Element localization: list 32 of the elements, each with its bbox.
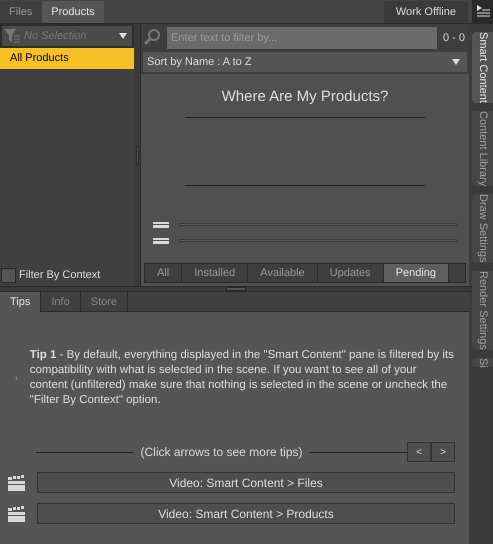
menu-icon[interactable]	[472, 0, 493, 24]
tab[interactable]: Tips	[0, 292, 42, 312]
sort-dropdown[interactable]: Sort by Name : A to Z	[143, 52, 467, 72]
video-button[interactable]: Video: Smart Content > Products	[37, 503, 455, 524]
tab[interactable]: Files	[0, 1, 42, 23]
result-count: 0 - 0	[442, 30, 466, 46]
side-tab[interactable]: Draw Settings	[472, 194, 493, 263]
search-icon	[143, 28, 163, 48]
video-button[interactable]: Video: Smart Content > Files	[37, 472, 455, 493]
next-tip-button[interactable]: >	[431, 442, 456, 462]
tab[interactable]: Store	[80, 292, 128, 312]
side-tab[interactable]: Render Settings	[472, 270, 493, 350]
tab[interactable]: All	[145, 264, 182, 282]
dropdown-arrow-icon	[119, 33, 127, 39]
filter-icon	[4, 29, 20, 43]
checkbox-label: Filter By Context	[19, 268, 100, 283]
tip-text: Tip 1 - By default, everything displayed in the "Smart Content" pane is filtered by its compatibility with what is selected in the scene. If you want to see all of your content (unfiltered) make sure that nothing is selected in the scene or uncheck the "Filter By Context" option.	[30, 348, 455, 408]
work-offline-button[interactable]: Work Offline	[384, 1, 468, 23]
tab[interactable]: Available	[248, 264, 318, 282]
side-tab[interactable]: Smart Content	[472, 32, 493, 103]
category-item[interactable]: All Products	[0, 48, 134, 69]
tab[interactable]: Info	[41, 292, 81, 312]
dropdown-arrow-icon	[452, 59, 460, 65]
tips-hint: (Click arrows to see more tips)	[139, 444, 304, 461]
side-tab[interactable]: Content Library	[472, 110, 493, 186]
tab[interactable]: Products	[42, 1, 104, 23]
side-tab[interactable]: Si	[472, 358, 493, 368]
previous-tip-button[interactable]: <	[407, 442, 432, 462]
tab[interactable]: Installed	[182, 264, 248, 282]
heading: Where Are My Products?	[222, 87, 388, 107]
checkbox[interactable]	[1, 268, 16, 282]
tab[interactable]: Pending	[384, 264, 450, 282]
